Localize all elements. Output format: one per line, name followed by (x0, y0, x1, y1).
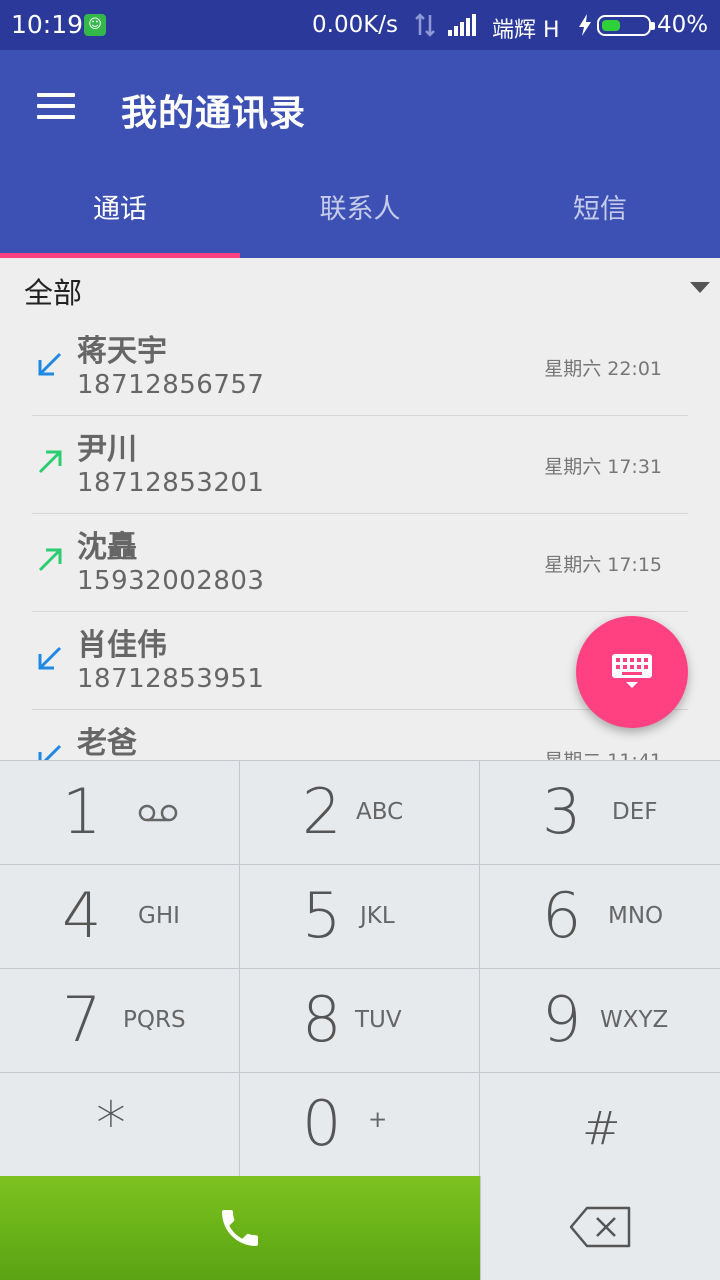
key-digit: 4 (62, 879, 102, 952)
key-digit: 2 (302, 775, 342, 848)
incoming-call-icon (38, 352, 62, 376)
dialpad-key-5[interactable]: 5 JKL (240, 865, 480, 969)
dialpad-key-6[interactable]: 6 MNO (480, 865, 720, 969)
signal-icon (448, 14, 476, 36)
key-letters: ABC (356, 799, 404, 825)
dropdown-caret-icon[interactable] (690, 282, 710, 294)
dialpad-key-1[interactable]: 1 (0, 761, 240, 865)
dialpad-key-star[interactable]: * (0, 1073, 240, 1177)
outgoing-call-icon (38, 548, 62, 572)
page-title: 我的通讯录 (121, 93, 307, 134)
key-letters: + (368, 1107, 388, 1133)
dialpad-toggle-button[interactable] (576, 616, 688, 728)
phone-number: 18712853951 (77, 664, 265, 694)
carrier-label: 端辉 H (492, 18, 560, 43)
phone-number: 15932002803 (77, 566, 265, 596)
phone-number: 18712856757 (77, 370, 265, 400)
key-letters: GHI (138, 903, 180, 929)
key-digit: 3 (542, 775, 582, 848)
app-bar: 我的通讯录 通话 联系人 短信 (0, 50, 720, 258)
dialpad-key-hash[interactable]: # (480, 1073, 720, 1177)
key-digit: 6 (542, 879, 582, 952)
battery-icon (597, 15, 655, 36)
dialpad-key-2[interactable]: 2 ABC (240, 761, 480, 865)
key-letters: WXYZ (600, 1007, 669, 1033)
notification-app-icon: ☺ (84, 14, 106, 36)
dialpad-key-9[interactable]: 9 WXYZ (480, 969, 720, 1073)
contact-name: 沈矗 (77, 530, 137, 565)
key-digit: 7 (62, 983, 102, 1056)
data-transfer-icon (415, 13, 435, 37)
contact-name: 尹川 (77, 432, 137, 467)
network-speed: 0.00K/s (312, 12, 399, 38)
dialpad-key-4[interactable]: 4 GHI (0, 865, 240, 969)
call-filter[interactable]: 全部 (0, 258, 720, 318)
key-letters: DEF (612, 799, 658, 825)
phone-icon (222, 1210, 258, 1246)
tab-messages[interactable]: 短信 (480, 162, 720, 258)
dialpad-key-7[interactable]: 7 PQRS (0, 969, 240, 1073)
key-digit: 8 (302, 983, 342, 1056)
call-log-item[interactable]: 尹川 18712853201 星期六 17:31 (32, 416, 688, 514)
outgoing-call-icon (38, 450, 62, 474)
key-letters: PQRS (123, 1007, 186, 1033)
contact-name: 老爸 (77, 726, 137, 760)
contact-name: 蒋天宇 (77, 334, 167, 369)
call-time: 星期六 17:15 (544, 554, 662, 576)
dialpad-key-3[interactable]: 3 DEF (480, 761, 720, 865)
backspace-icon (569, 1206, 631, 1248)
status-time: 10:19 (11, 10, 84, 39)
dialpad-key-0[interactable]: 0 + (240, 1073, 480, 1177)
key-letters: JKL (360, 903, 395, 929)
call-button[interactable] (0, 1176, 480, 1280)
key-digit: * (96, 1089, 126, 1159)
voicemail-icon (138, 804, 178, 822)
tab-contacts[interactable]: 联系人 (240, 162, 480, 258)
tab-calls[interactable]: 通话 (0, 162, 240, 258)
backspace-button[interactable] (480, 1176, 720, 1280)
key-digit: 9 (542, 983, 582, 1056)
call-time: 星期六 17:31 (544, 456, 662, 478)
key-letters: TUV (355, 1007, 402, 1033)
incoming-call-icon (38, 744, 62, 760)
key-digit: 5 (302, 879, 342, 952)
dialpad-key-8[interactable]: 8 TUV (240, 969, 480, 1073)
call-log-item[interactable]: 蒋天宇 18712856757 星期六 22:01 (32, 318, 688, 416)
key-digit: 0 (302, 1087, 342, 1160)
filter-label: 全部 (24, 276, 83, 310)
key-digit: # (582, 1101, 621, 1155)
menu-icon[interactable] (37, 93, 75, 119)
status-bar: 10:19 ☺ 0.00K/s 端辉 H 40% (0, 0, 720, 50)
tab-bar: 通话 联系人 短信 (0, 162, 720, 258)
keyboard-icon (612, 654, 652, 688)
phone-number: 18712853201 (77, 468, 265, 498)
key-letters: MNO (608, 903, 664, 929)
battery-percent: 40% (657, 12, 709, 38)
call-log-item[interactable]: 沈矗 15932002803 星期六 17:15 (32, 514, 688, 612)
charging-icon (579, 14, 591, 36)
call-log-item[interactable]: 老爸 星期二 11:41 (32, 710, 688, 760)
dialpad: 1 2 ABC 3 DEF 4 GHI 5 JKL 6 MNO 7 PQRS 8… (0, 760, 720, 1177)
incoming-call-icon (38, 646, 62, 670)
contact-name: 肖佳伟 (77, 628, 167, 663)
call-time: 星期六 22:01 (544, 358, 662, 380)
key-digit: 1 (62, 775, 102, 848)
call-time: 星期二 11:41 (544, 746, 662, 760)
